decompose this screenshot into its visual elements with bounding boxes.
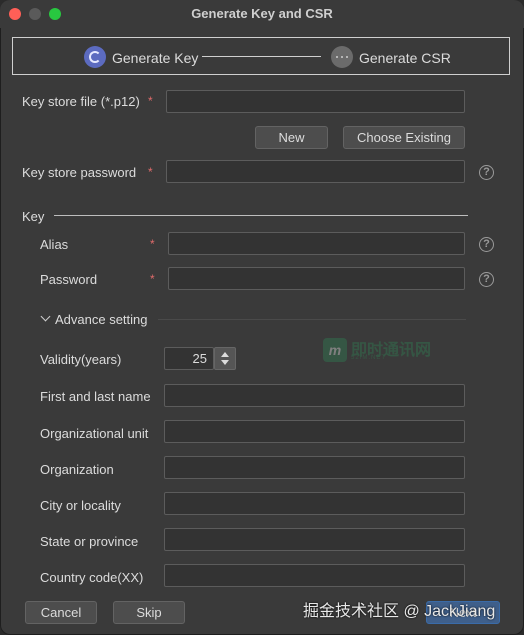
step-generate-key-icon [84, 46, 106, 68]
key-section-divider [54, 215, 468, 216]
state-label: State or province [40, 534, 139, 549]
watermark-subtext: 52IM.NET [351, 355, 387, 361]
title-bar: Generate Key and CSR [0, 0, 524, 28]
required-marker: * [148, 94, 153, 108]
key-password-label: Password [40, 272, 98, 287]
city-label: City or locality [40, 498, 121, 513]
alias-label: Alias [40, 237, 69, 252]
step-connector [202, 56, 321, 57]
key-password-help-icon[interactable]: ? [479, 272, 494, 287]
step-generate-csr-label: Generate CSR [359, 50, 451, 66]
keystore-file-label: Key store file (*.p12) [22, 94, 140, 109]
credit-watermark: 掘金技术社区 @ JackJiang [303, 603, 496, 620]
required-marker: * [148, 165, 153, 179]
wizard-steps: Generate Key Generate CSR [12, 37, 510, 75]
required-marker: * [150, 237, 155, 251]
country-code-input[interactable] [164, 564, 465, 587]
organization-input[interactable] [164, 456, 465, 479]
keystore-password-input[interactable] [166, 160, 465, 183]
window-title: Generate Key and CSR [191, 6, 333, 21]
key-section-title: Key [22, 209, 45, 224]
watermark-logo: m 即时通讯网 52IM.NET [323, 336, 453, 366]
validity-label: Validity(years) [40, 352, 122, 367]
required-marker: * [150, 272, 155, 286]
skip-button[interactable]: Skip [113, 601, 185, 624]
first-last-name-label: First and last name [40, 389, 151, 404]
cancel-button[interactable]: Cancel [25, 601, 97, 624]
advance-setting-toggle[interactable]: Advance setting [55, 312, 148, 327]
keystore-password-label: Key store password [22, 165, 137, 180]
organization-label: Organization [40, 462, 114, 477]
new-keystore-button[interactable]: New [255, 126, 328, 149]
keystore-password-help-icon[interactable]: ? [479, 165, 494, 180]
watermark-icon: m [323, 338, 347, 362]
state-input[interactable] [164, 528, 465, 551]
city-input[interactable] [164, 492, 465, 515]
step-generate-csr-icon [331, 46, 353, 68]
alias-help-icon[interactable]: ? [479, 237, 494, 252]
advance-setting-divider [158, 319, 466, 320]
first-last-name-input[interactable] [164, 384, 465, 407]
key-password-input[interactable] [168, 267, 465, 290]
choose-existing-button[interactable]: Choose Existing [343, 126, 465, 149]
step-generate-key-label: Generate Key [112, 50, 199, 66]
country-code-label: Country code(XX) [40, 570, 144, 585]
alias-input[interactable] [168, 232, 465, 255]
validity-input[interactable]: 25 [164, 347, 214, 370]
keystore-file-input[interactable] [166, 90, 465, 113]
org-unit-label: Organizational unit [40, 426, 149, 441]
stepper-up-icon[interactable] [221, 352, 229, 357]
org-unit-input[interactable] [164, 420, 465, 443]
chevron-down-icon[interactable] [40, 311, 51, 322]
validity-stepper[interactable] [214, 347, 236, 370]
stepper-down-icon[interactable] [221, 360, 229, 365]
dialog-window: Generate Key and CSR Generate Key Genera… [0, 0, 524, 635]
